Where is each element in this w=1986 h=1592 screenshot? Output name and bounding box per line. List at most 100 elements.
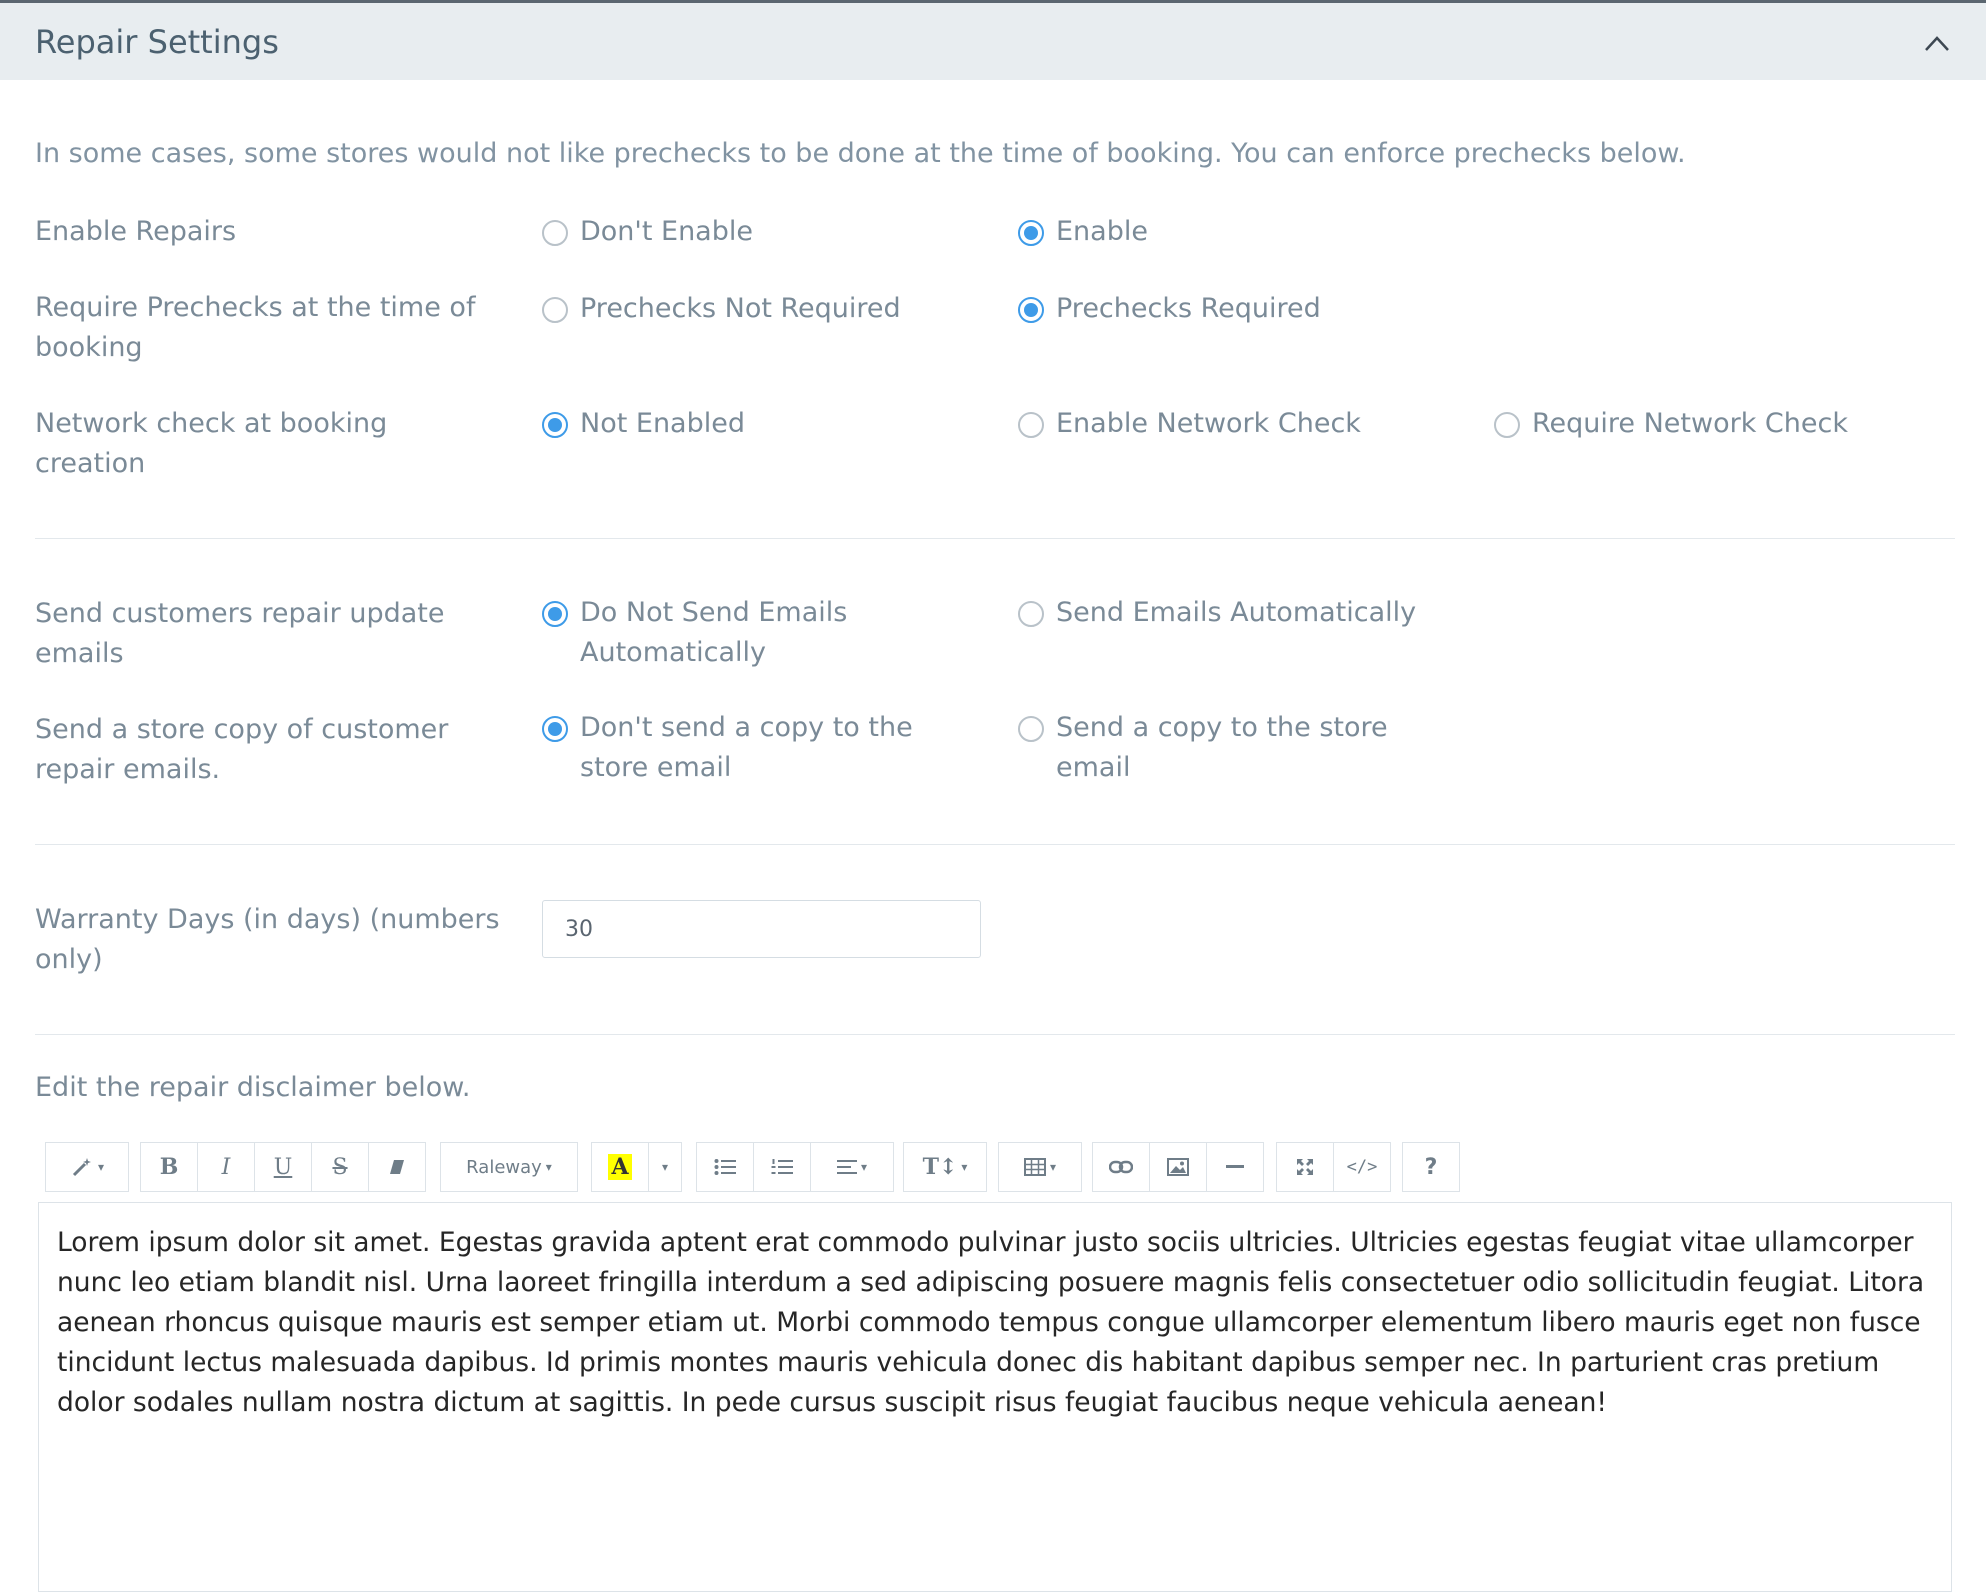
store-copy-label: Send a store copy of customer repair ema… [35,714,449,785]
link-icon [1109,1160,1133,1174]
radio-circle[interactable] [542,716,568,742]
image-button[interactable] [1149,1142,1207,1192]
underline-icon: U [273,1154,293,1180]
disclaimer-editor[interactable]: Lorem ipsum dolor sit amet. Egestas grav… [38,1202,1952,1592]
horizontal-rule-button[interactable] [1206,1142,1264,1192]
font-name-label: Raleway [466,1156,542,1178]
radio-enable[interactable]: Enable [1018,216,1148,252]
color-group: A ▾ [591,1142,682,1192]
code-icon: </> [1346,1157,1378,1177]
chevron-down-icon: ▾ [860,1160,868,1174]
radio-circle[interactable] [542,412,568,438]
font-name-dropdown[interactable]: Raleway ▾ [440,1142,578,1192]
magic-wand-icon [72,1158,91,1177]
radio-send-emails-automatically[interactable]: Send Emails Automatically [1018,597,1416,633]
radio-label: Send Emails Automatically [1056,597,1417,628]
radio-dont-send-copy[interactable]: Don't send a copy to the store email [542,712,982,788]
highlight-color-button[interactable]: A [591,1142,649,1192]
enable-repairs-label: Enable Repairs [35,216,237,247]
chevron-down-icon: ▾ [545,1160,552,1174]
radio-require-network-check[interactable]: Require Network Check [1494,408,1848,444]
chevron-up-icon[interactable] [1922,31,1952,55]
insert-group [1092,1142,1264,1192]
align-left-icon [836,1160,857,1174]
clear-format-button[interactable] [368,1142,426,1192]
chevron-down-icon: ▾ [661,1160,669,1174]
radio-label: Prechecks Required [1056,293,1321,324]
warranty-label: Warranty Days (in days) (numbers only) [35,904,500,975]
bold-icon: B [159,1154,179,1180]
radio-label: Not Enabled [580,408,745,439]
fullscreen-button[interactable] [1276,1142,1334,1192]
horizontal-rule-icon [1226,1165,1244,1168]
radio-circle[interactable] [1018,220,1044,246]
divider [35,844,1955,845]
radio-circle[interactable] [542,297,568,323]
radio-not-enabled[interactable]: Not Enabled [542,408,745,444]
bold-button[interactable]: B [140,1142,198,1192]
magic-style-button[interactable]: ▾ [45,1142,129,1192]
network-check-label: Network check at booking creation [35,408,388,479]
bullet-list-icon [714,1159,736,1175]
font-name-group: Raleway ▾ [440,1142,578,1192]
chevron-down-icon: ▾ [97,1160,105,1174]
radio-label: Don't send a copy to the store email [580,712,913,783]
help-group: ? [1402,1142,1460,1192]
divider [35,1034,1955,1035]
radio-label: Do Not Send Emails Automatically [580,597,848,668]
numbered-list-icon [771,1159,793,1174]
panel-header[interactable]: Repair Settings [0,0,1986,80]
radio-circle[interactable] [542,601,568,627]
chevron-down-icon: ▾ [1049,1160,1057,1174]
image-icon [1167,1158,1189,1176]
radio-circle[interactable] [1018,412,1044,438]
height-group: T↕ ▾ [903,1142,987,1192]
text-height-icon: T↕ [922,1154,958,1180]
radio-label: Prechecks Not Required [580,293,901,324]
fullscreen-icon [1297,1159,1313,1175]
radio-label: Enable [1056,216,1148,247]
font-style-group: B I U S [140,1142,426,1192]
radio-send-copy[interactable]: Send a copy to the store email [1018,712,1458,788]
editor-label: Edit the repair disclaimer below. [35,1072,471,1103]
help-button[interactable]: ? [1402,1142,1460,1192]
radio-circle[interactable] [1018,601,1044,627]
table-icon [1023,1158,1046,1176]
radio-label: Don't Enable [580,216,753,247]
style-group: ▾ [45,1142,129,1192]
radio-prechecks-not-required[interactable]: Prechecks Not Required [542,293,901,329]
ordered-list-button[interactable] [753,1142,811,1192]
chevron-down-icon: ▾ [961,1160,968,1174]
link-button[interactable] [1092,1142,1150,1192]
paragraph-group: ▾ [696,1142,894,1192]
intro-text: In some cases, some stores would not lik… [35,138,1686,169]
radio-label: Require Network Check [1532,408,1848,439]
radio-label: Send a copy to the store email [1056,712,1388,783]
italic-button[interactable]: I [197,1142,255,1192]
radio-prechecks-required[interactable]: Prechecks Required [1018,293,1321,329]
divider [35,538,1955,539]
update-emails-label: Send customers repair update emails [35,598,445,669]
color-dropdown-button[interactable]: ▾ [648,1142,682,1192]
underline-button[interactable]: U [254,1142,312,1192]
warranty-days-input[interactable] [542,900,981,958]
radio-circle[interactable] [1494,412,1520,438]
radio-do-not-send-emails[interactable]: Do Not Send Emails Automatically [542,597,982,673]
eraser-icon [390,1160,404,1174]
radio-label: Enable Network Check [1056,408,1361,439]
panel-title: Repair Settings [35,23,279,61]
align-dropdown-button[interactable]: ▾ [810,1142,894,1192]
line-height-button[interactable]: T↕ ▾ [903,1142,987,1192]
question-icon: ? [1424,1154,1438,1180]
radio-circle[interactable] [542,220,568,246]
unordered-list-button[interactable] [696,1142,754,1192]
table-button[interactable]: ▾ [998,1142,1082,1192]
code-view-button[interactable]: </> [1333,1142,1391,1192]
radio-enable-network-check[interactable]: Enable Network Check [1018,408,1361,444]
table-group: ▾ [998,1142,1082,1192]
radio-dont-enable[interactable]: Don't Enable [542,216,753,252]
italic-icon: I [221,1154,231,1180]
radio-circle[interactable] [1018,716,1044,742]
strikethrough-button[interactable]: S [311,1142,369,1192]
radio-circle[interactable] [1018,297,1044,323]
